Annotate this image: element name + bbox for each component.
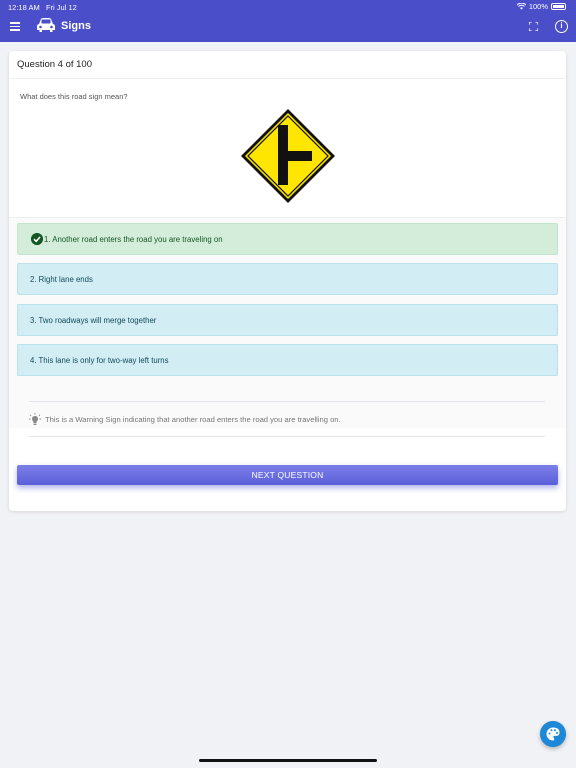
home-indicator[interactable] bbox=[199, 759, 377, 762]
expand-icon[interactable] bbox=[529, 22, 538, 31]
page-title: Signs bbox=[61, 20, 91, 32]
question-card: Question 4 of 100 What does this road si… bbox=[9, 51, 566, 511]
car-icon bbox=[37, 18, 55, 32]
menu-icon[interactable] bbox=[10, 22, 20, 31]
card-header: Question 4 of 100 bbox=[9, 51, 566, 79]
side-road-warning-sign bbox=[241, 109, 335, 203]
wifi-icon bbox=[516, 3, 526, 10]
answer-label: 3. Two roadways will merge together bbox=[30, 316, 157, 325]
battery-percent: 100% bbox=[528, 2, 548, 11]
status-date: Fri Jul 12 bbox=[45, 3, 77, 12]
battery-icon bbox=[551, 3, 566, 10]
status-time: 12:18 AM bbox=[8, 3, 40, 12]
answer-label: 1. Another road enters the road you are … bbox=[44, 235, 223, 244]
info-icon[interactable]: i bbox=[555, 20, 568, 33]
status-time-date: 12:18 AM Fri Jul 12 bbox=[8, 3, 77, 12]
lightbulb-icon bbox=[29, 413, 41, 425]
hint-box: This is a Warning Sign indicating that a… bbox=[29, 401, 545, 437]
answer-label: 2. Right lane ends bbox=[30, 275, 93, 284]
palette-fab-button[interactable] bbox=[540, 721, 566, 747]
next-question-button[interactable]: NEXT QUESTION bbox=[17, 465, 558, 485]
question-body: What does this road sign mean? bbox=[9, 79, 566, 218]
check-circle-icon bbox=[31, 233, 43, 245]
answer-option-1[interactable]: 1. Another road enters the road you are … bbox=[17, 223, 558, 255]
status-indicators: 100% bbox=[516, 2, 566, 11]
hint-text: This is a Warning Sign indicating that a… bbox=[45, 415, 341, 424]
question-text: What does this road sign mean? bbox=[20, 92, 128, 101]
app-bar: 12:18 AM Fri Jul 12 100% Signs i bbox=[0, 0, 576, 42]
answer-option-3[interactable]: 3. Two roadways will merge together bbox=[17, 304, 558, 336]
answer-option-2[interactable]: 2. Right lane ends bbox=[17, 263, 558, 295]
answer-option-4[interactable]: 4. This lane is only for two-way left tu… bbox=[17, 344, 558, 376]
question-progress: Question 4 of 100 bbox=[17, 59, 92, 70]
answer-list: 1. Another road enters the road you are … bbox=[9, 218, 566, 428]
answer-label: 4. This lane is only for two-way left tu… bbox=[30, 356, 169, 365]
